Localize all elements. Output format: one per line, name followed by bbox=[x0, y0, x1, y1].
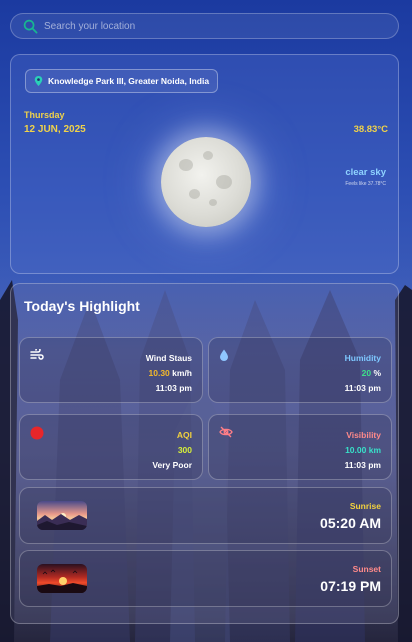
humidity-value: 20 bbox=[361, 368, 372, 378]
location-chip[interactable]: Knowledge Park III, Greater Noida, India bbox=[25, 69, 219, 93]
humidity-tile: Humidity 20 % 11:03 pm bbox=[208, 337, 392, 403]
sunset-tile: Sunset 07:19 PM bbox=[19, 550, 392, 607]
wind-value: 10.30 bbox=[148, 368, 170, 378]
wind-unit: km/h bbox=[172, 368, 192, 378]
visibility-tile: Visibility 10.00 km 11:03 pm bbox=[208, 414, 392, 480]
weekday: Thursday bbox=[24, 110, 65, 120]
full-moon-icon bbox=[161, 137, 251, 227]
wind-time: 11:03 pm bbox=[155, 383, 192, 393]
humidity-time: 11:03 pm bbox=[344, 383, 381, 393]
wind-tile: Wind Staus 10.30 km/h 11:03 pm bbox=[19, 337, 203, 403]
aqi-dot-icon bbox=[30, 426, 44, 440]
highlight-title: Today's Highlight bbox=[24, 298, 140, 314]
sunset-time: 07:19 PM bbox=[320, 578, 381, 594]
sunrise-image bbox=[37, 501, 87, 530]
droplet-icon bbox=[220, 349, 228, 361]
search-icon bbox=[23, 19, 38, 33]
aqi-tile: AQI 300 Very Poor bbox=[19, 414, 203, 480]
date: 12 JUN, 2025 bbox=[24, 124, 86, 135]
sunset-image bbox=[37, 564, 87, 593]
location-name: Knowledge Park III, Greater Noida, India bbox=[48, 76, 210, 86]
weather-condition: clear sky bbox=[345, 167, 386, 178]
highlight-card: Today's Highlight Wind Staus 10.30 km/h … bbox=[10, 283, 399, 624]
search-bar[interactable] bbox=[10, 13, 399, 39]
sunrise-label: Sunrise bbox=[349, 501, 381, 511]
feels-like: Feels like 37.78°C bbox=[345, 181, 386, 187]
visibility-label: Visibility bbox=[346, 430, 381, 440]
sunset-label: Sunset bbox=[352, 564, 381, 574]
eye-off-icon bbox=[219, 426, 233, 438]
sunrise-time: 05:20 AM bbox=[320, 515, 381, 531]
temperature: 38.83°C bbox=[353, 124, 388, 135]
location-pin-icon bbox=[34, 76, 43, 86]
visibility-time: 11:03 pm bbox=[344, 460, 381, 470]
wind-label: Wind Staus bbox=[145, 353, 192, 363]
humidity-label: Humidity bbox=[344, 353, 381, 363]
current-weather-card: Knowledge Park III, Greater Noida, India… bbox=[10, 54, 399, 274]
wind-icon bbox=[30, 349, 44, 360]
aqi-label: AQI bbox=[176, 430, 192, 440]
search-input[interactable] bbox=[44, 20, 374, 32]
sunrise-tile: Sunrise 05:20 AM bbox=[19, 487, 392, 544]
aqi-status: Very Poor bbox=[152, 460, 192, 470]
visibility-value: 10.00 km bbox=[345, 445, 381, 455]
humidity-unit: % bbox=[373, 368, 381, 378]
aqi-value: 300 bbox=[177, 445, 192, 455]
